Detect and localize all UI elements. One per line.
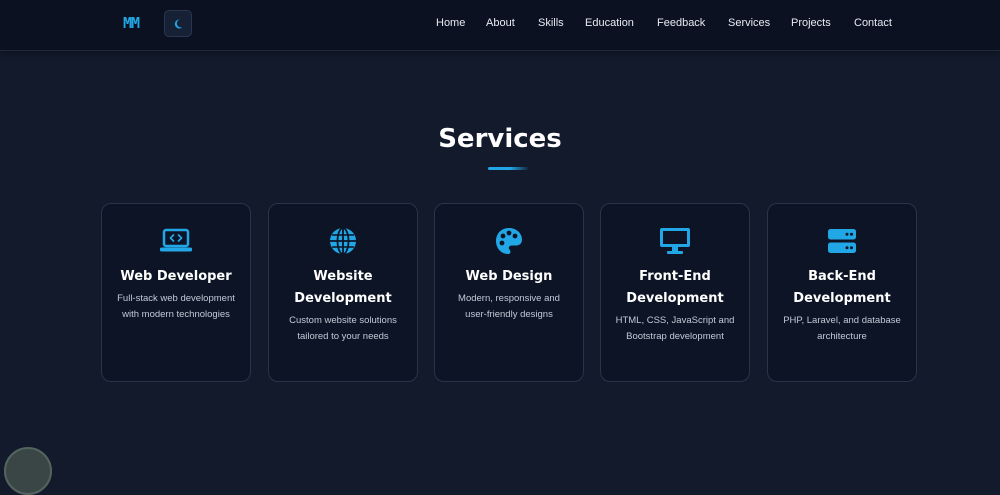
service-card-title: Web Developer xyxy=(120,269,232,284)
service-card-description: Modern, responsive and user-friendly des… xyxy=(458,293,560,320)
nav-link-education[interactable]: Education xyxy=(585,17,634,29)
service-card-description: Full-stack web development with modern t… xyxy=(117,293,235,320)
nav-link-about[interactable]: About xyxy=(486,17,515,29)
server-icon xyxy=(768,226,916,256)
nav-link-feedback[interactable]: Feedback xyxy=(657,17,705,29)
service-card-front-end-development[interactable]: Front-End Development HTML, CSS, JavaScr… xyxy=(600,203,750,382)
service-card-website-development[interactable]: Website Development Custom website solut… xyxy=(268,203,418,382)
nav-link-home[interactable]: Home xyxy=(436,17,465,29)
service-card-back-end-development[interactable]: Back-End Development PHP, Laravel, and d… xyxy=(767,203,917,382)
laptop-code-icon xyxy=(102,226,250,256)
nav-link-services[interactable]: Services xyxy=(728,17,770,29)
service-card-description: PHP, Laravel, and database architecture xyxy=(783,315,901,342)
service-card-title: Back-End Development xyxy=(793,269,891,306)
service-card-title: Front-End Development xyxy=(626,269,724,306)
service-card-title: Website Development xyxy=(294,269,392,306)
navbar: MM Home About Skills Education Feedback … xyxy=(0,0,1000,51)
nav-link-projects[interactable]: Projects xyxy=(791,17,831,29)
service-card-web-design[interactable]: Web Design Modern, responsive and user-f… xyxy=(434,203,584,382)
main-nav: Home About Skills Education Feedback Ser… xyxy=(0,0,1000,50)
title-underline xyxy=(488,167,528,170)
palette-icon xyxy=(435,226,583,256)
nav-link-skills[interactable]: Skills xyxy=(538,17,564,29)
service-card-title: Web Design xyxy=(465,269,553,284)
globe-icon xyxy=(269,226,417,256)
service-card-description: Custom website solutions tailored to you… xyxy=(289,315,397,342)
desktop-icon xyxy=(601,226,749,256)
section-title: Services xyxy=(438,124,562,154)
corner-emblem xyxy=(4,447,52,495)
service-card-web-developer[interactable]: Web Developer Full-stack web development… xyxy=(101,203,251,382)
service-card-description: HTML, CSS, JavaScript and Bootstrap deve… xyxy=(615,315,735,342)
nav-link-contact[interactable]: Contact xyxy=(854,17,892,29)
